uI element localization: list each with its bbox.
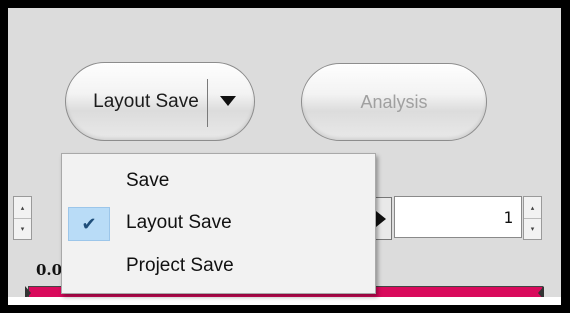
spin-down-icon[interactable]: ▾ [14,218,31,239]
checkmark-icon: ✔ [81,213,97,235]
menu-item-layout-save[interactable]: ✔ Layout Save [62,203,375,243]
bottom-strip [8,297,561,305]
spin-up-icon[interactable]: ▴ [14,197,31,219]
split-button-divider [207,79,208,127]
dropdown-arrow-icon[interactable] [220,96,236,106]
frame-number-field[interactable]: 1 [394,196,522,238]
menu-item-save[interactable]: Save [62,161,375,201]
play-icon [376,211,386,227]
layout-save-split-button[interactable]: Layout Save [65,62,255,141]
left-spinner[interactable]: ▴ ▾ [13,196,32,240]
checked-indicator: ✔ [68,207,110,241]
frame-number-value: 1 [503,207,513,227]
right-spinner[interactable]: ▴ ▾ [523,196,542,240]
analysis-button-label: Analysis [360,91,428,112]
analysis-button[interactable]: Analysis [301,63,487,141]
app-panel: Layout Save Analysis ▴ ▾ 1 ▴ ▾ 0.0 Save [8,8,561,305]
menu-item-project-save[interactable]: Project Save [62,246,375,286]
start-value-label: 0.0 [36,261,63,279]
spin-up-icon[interactable]: ▴ [524,197,541,219]
menu-item-label: Project Save [126,255,234,276]
spin-down-icon[interactable]: ▾ [524,218,541,239]
save-dropdown-menu: Save ✔ Layout Save Project Save [61,153,376,294]
layout-save-button-label: Layout Save [93,90,199,112]
menu-item-label: Layout Save [126,212,232,233]
menu-item-label: Save [126,170,170,191]
